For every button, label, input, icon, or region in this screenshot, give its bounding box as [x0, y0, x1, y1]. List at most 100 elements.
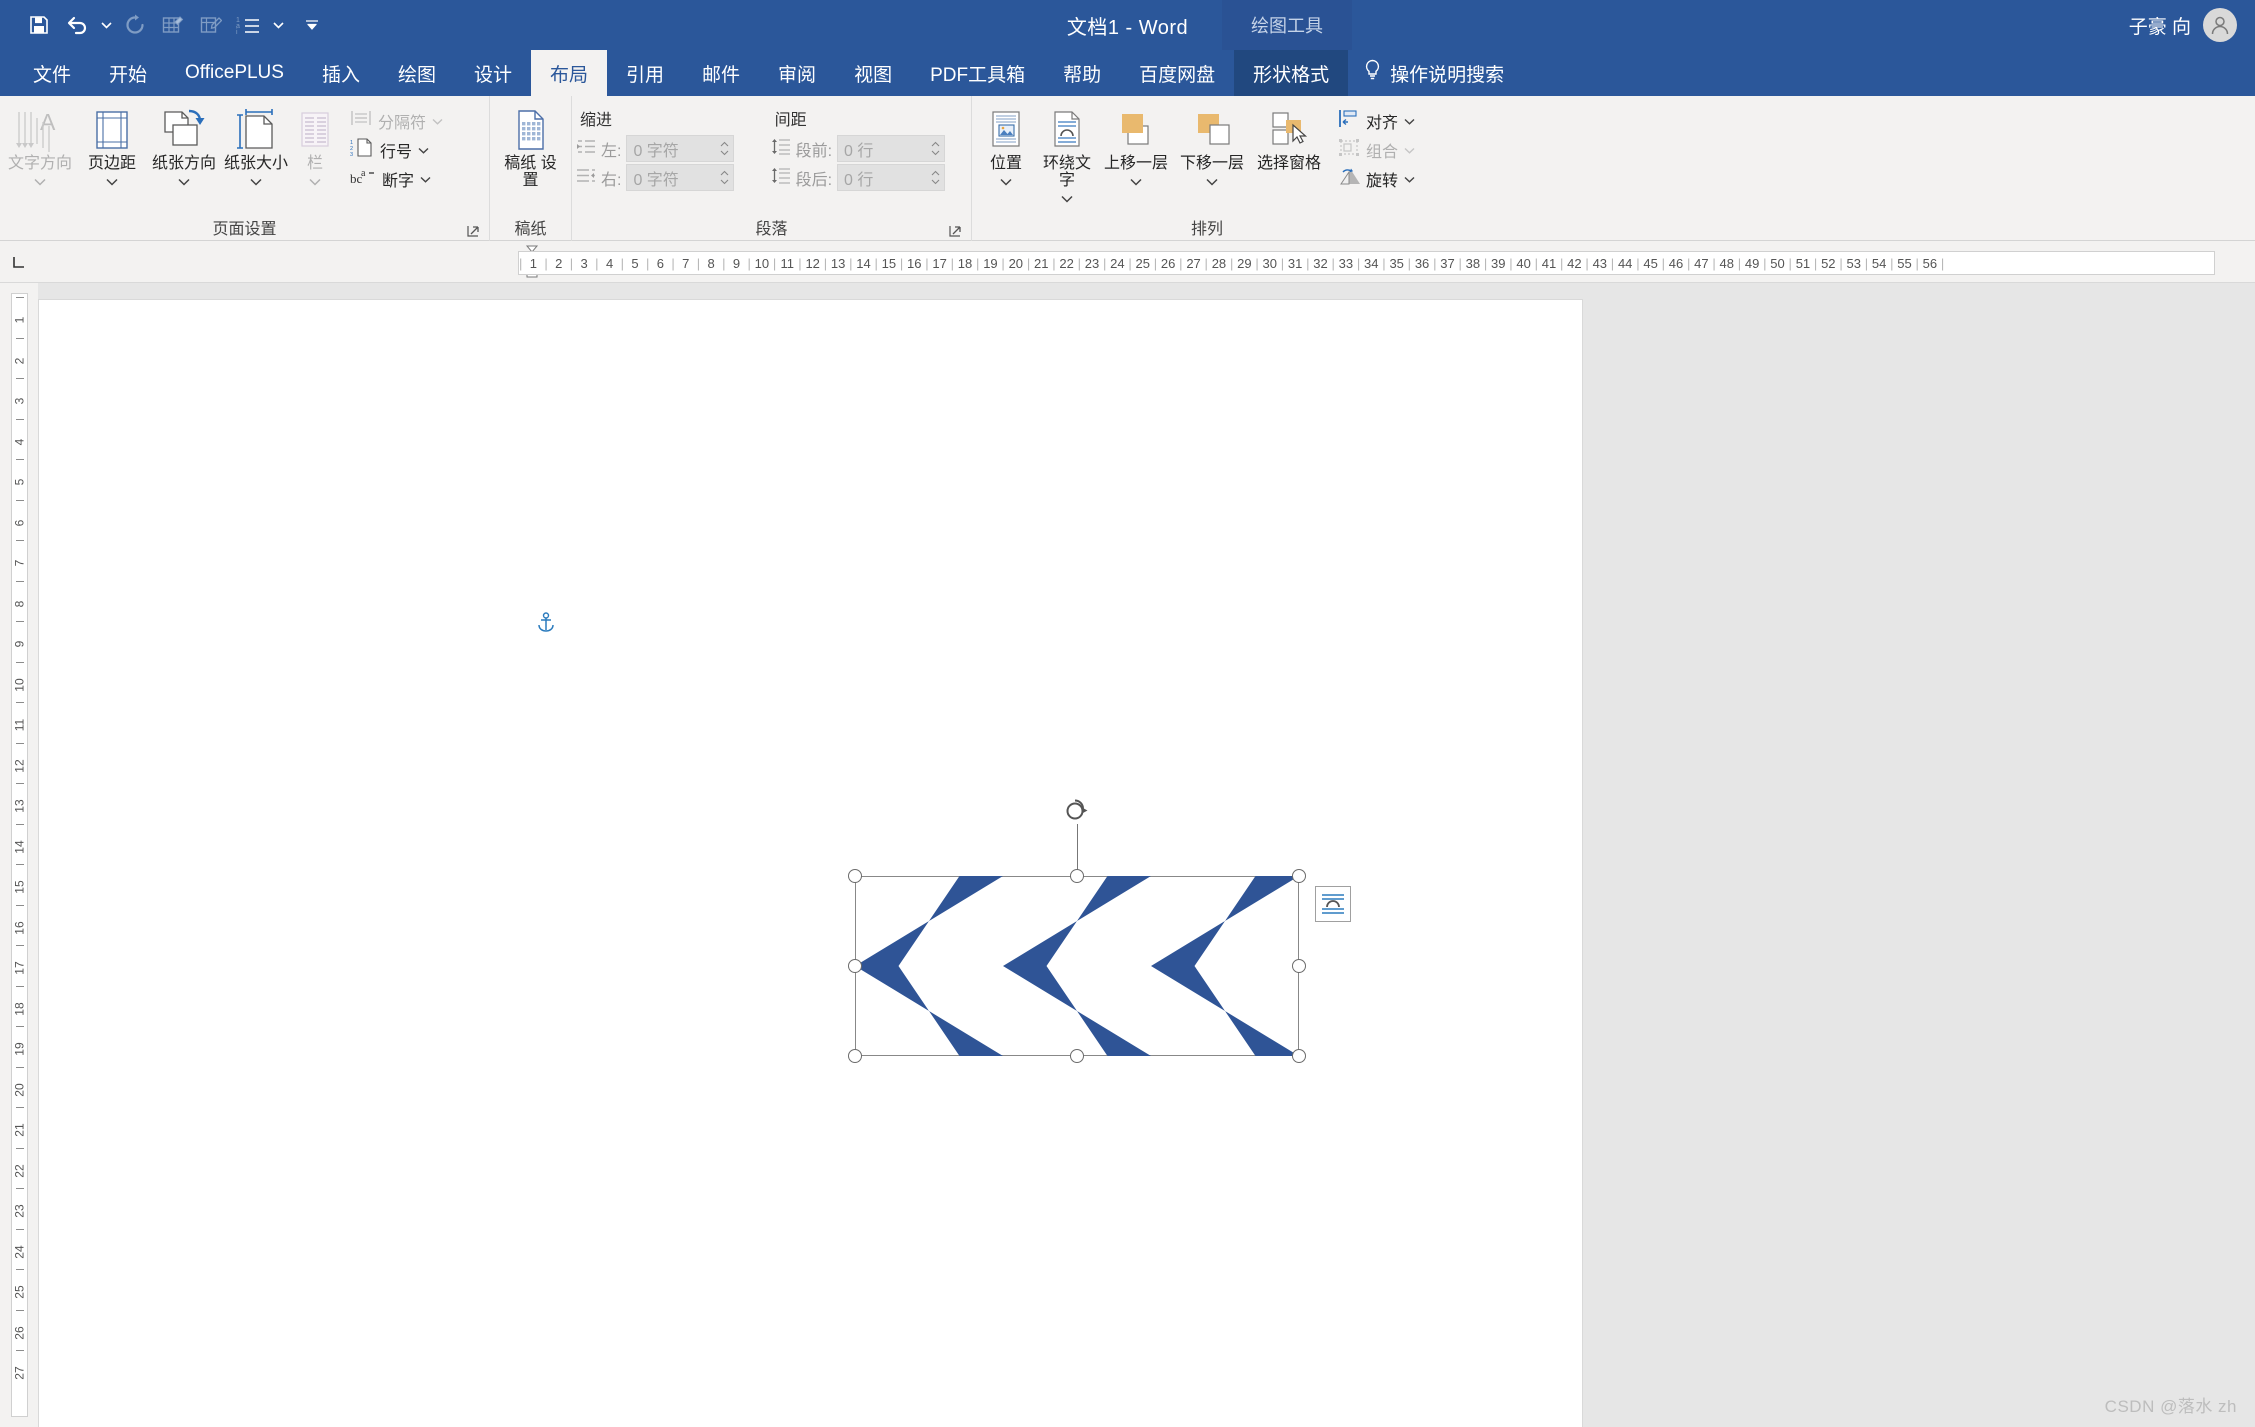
draw-table-icon[interactable] — [156, 8, 190, 42]
wrap-text-button[interactable]: 环绕文字 — [1036, 102, 1098, 212]
chevron-down-icon[interactable] — [1206, 173, 1218, 191]
paragraph-dialog-launcher[interactable] — [947, 223, 963, 239]
user-account-area[interactable]: 子豪 向 — [2129, 0, 2237, 50]
line-numbers-button[interactable]: 123 行号 — [344, 135, 449, 164]
document-page[interactable] — [38, 299, 1583, 1427]
chevron-down-icon[interactable] — [432, 112, 443, 130]
tab-baidu-netdisk[interactable]: 百度网盘 — [1120, 50, 1234, 96]
vruler-tick — [16, 743, 24, 744]
group-button[interactable]: 组合 — [1332, 135, 1421, 164]
send-backward-button[interactable]: 下移一层 — [1174, 102, 1250, 195]
tab-references[interactable]: 引用 — [607, 50, 683, 96]
resize-handle-bottom-center[interactable] — [1070, 1049, 1084, 1063]
chevron-down-icon[interactable] — [106, 173, 118, 191]
resize-handle-middle-right[interactable] — [1292, 959, 1306, 973]
resize-handle-top-left[interactable] — [848, 869, 862, 883]
tab-help[interactable]: 帮助 — [1044, 50, 1120, 96]
tab-officeplus[interactable]: OfficePLUS — [166, 50, 303, 96]
grid-paper-settings-button[interactable]: 稿纸 设置 — [495, 102, 567, 193]
text-direction-button[interactable]: A 文字方向 — [4, 102, 76, 195]
position-button[interactable]: 位置 — [976, 102, 1036, 195]
tab-file[interactable]: 文件 — [14, 50, 90, 96]
ruler-number: 19 — [979, 256, 1001, 271]
numbering-dropdown-caret[interactable] — [270, 8, 286, 42]
paper-size-button[interactable]: 纸张大小 — [220, 102, 292, 195]
tab-shape-format[interactable]: 形状格式 — [1234, 50, 1348, 96]
vertical-ruler[interactable]: 1234567891011121314151617181920212223242… — [0, 283, 38, 1427]
vruler-tick — [16, 1310, 24, 1311]
rotate-icon — [1338, 167, 1360, 191]
tab-insert[interactable]: 插入 — [303, 50, 379, 96]
tab-pdf-toolbox[interactable]: PDF工具箱 — [911, 50, 1044, 96]
chevron-down-icon[interactable] — [420, 170, 431, 188]
customize-qat-caret[interactable] — [304, 8, 320, 42]
ruler-number: 8 — [700, 256, 722, 271]
undo-icon[interactable] — [60, 8, 94, 42]
chevron-down-icon[interactable] — [1130, 173, 1142, 191]
chevron-down-icon[interactable] — [418, 141, 429, 159]
space-after-icon — [771, 167, 791, 189]
orientation-button[interactable]: 纸张方向 — [148, 102, 220, 195]
resize-handle-middle-left[interactable] — [848, 959, 862, 973]
chevron-down-icon[interactable] — [1061, 190, 1073, 208]
redo-icon[interactable] — [118, 8, 152, 42]
undo-dropdown-caret[interactable] — [98, 8, 114, 42]
avatar[interactable] — [2203, 8, 2237, 42]
rotate-button[interactable]: 旋转 — [1332, 164, 1421, 193]
page-setup-dialog-launcher[interactable] — [465, 223, 481, 239]
chevron-down-icon[interactable] — [178, 173, 190, 191]
chevron-down-icon[interactable] — [309, 173, 321, 191]
rotate-handle-icon[interactable] — [1064, 798, 1090, 829]
resize-handle-top-right[interactable] — [1292, 869, 1306, 883]
tell-me-search[interactable]: 操作说明搜索 — [1348, 50, 1520, 96]
tab-review[interactable]: 审阅 — [759, 50, 835, 96]
spinner-arrows[interactable] — [716, 136, 733, 161]
resize-handle-bottom-left[interactable] — [848, 1049, 862, 1063]
selection-pane-button[interactable]: 选择窗格 — [1250, 102, 1328, 176]
quick-access-toolbar: 1ai — [0, 0, 320, 50]
tab-design[interactable]: 设计 — [455, 50, 531, 96]
vruler-tick — [16, 905, 24, 906]
vruler-number: 21 — [13, 1122, 27, 1139]
breaks-button[interactable]: 分隔符 — [344, 106, 449, 135]
selected-shape-container[interactable] — [855, 876, 1299, 1056]
resize-handle-top-center[interactable] — [1070, 869, 1084, 883]
user-name: 子豪 向 — [2129, 12, 2191, 39]
margins-button[interactable]: 页边距 — [76, 102, 148, 195]
chevron-part — [1151, 876, 1299, 1056]
tab-stop-selector[interactable] — [0, 241, 38, 282]
layout-options-button[interactable] — [1315, 886, 1351, 922]
bring-forward-button[interactable]: 上移一层 — [1098, 102, 1174, 195]
tab-draw[interactable]: 绘图 — [379, 50, 455, 96]
tab-mailings[interactable]: 邮件 — [683, 50, 759, 96]
tab-layout[interactable]: 布局 — [531, 50, 607, 96]
indent-left-spinner[interactable]: 0 字符 — [626, 135, 734, 162]
chevron-arrows-shape[interactable] — [855, 876, 1299, 1056]
chevron-down-icon[interactable] — [250, 173, 262, 191]
space-after-value: 0 行 — [838, 165, 927, 190]
save-icon[interactable] — [22, 8, 56, 42]
space-before-spinner[interactable]: 0 行 — [837, 135, 945, 162]
tab-home[interactable]: 开始 — [90, 50, 166, 96]
chevron-down-icon[interactable] — [1404, 141, 1415, 159]
chevron-down-icon[interactable] — [1404, 170, 1415, 188]
chevron-down-icon[interactable] — [34, 173, 46, 191]
hyphenation-button[interactable]: bca 断字 — [344, 164, 449, 193]
spinner-arrows[interactable] — [927, 136, 944, 161]
space-after-spinner[interactable]: 0 行 — [837, 164, 945, 191]
edit-table-icon[interactable] — [194, 8, 228, 42]
chevron-down-icon[interactable] — [1404, 112, 1415, 130]
spinner-arrows[interactable] — [927, 165, 944, 190]
spinner-arrows[interactable] — [716, 165, 733, 190]
columns-button[interactable]: 栏 — [292, 102, 338, 195]
vruler-tick — [16, 459, 24, 460]
document-canvas[interactable]: CSDN @落水 zh — [38, 283, 2255, 1427]
tab-view[interactable]: 视图 — [835, 50, 911, 96]
numbering-icon[interactable]: 1ai — [232, 8, 266, 42]
horizontal-ruler[interactable]: |1|2|3|4|5|6|7|8|9|10|11|12|13|14|15|16|… — [518, 251, 2215, 275]
spacing-header: 间距 — [771, 104, 967, 134]
align-button[interactable]: 对齐 — [1332, 106, 1421, 135]
resize-handle-bottom-right[interactable] — [1292, 1049, 1306, 1063]
indent-right-spinner[interactable]: 0 字符 — [626, 164, 734, 191]
chevron-down-icon[interactable] — [1000, 173, 1012, 191]
